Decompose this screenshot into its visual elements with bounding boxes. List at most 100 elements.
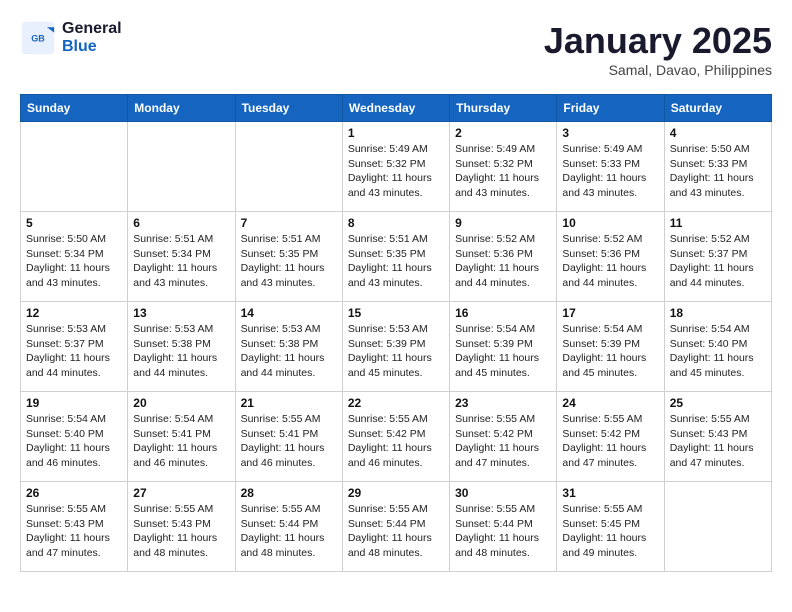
month-title: January 2025 <box>544 20 772 62</box>
calendar-body: 1 Sunrise: 5:49 AM Sunset: 5:32 PM Daylig… <box>21 122 772 572</box>
calendar-cell: 17 Sunrise: 5:54 AM Sunset: 5:39 PM Dayli… <box>557 302 664 392</box>
day-number: 3 <box>562 126 658 140</box>
calendar-cell: 16 Sunrise: 5:54 AM Sunset: 5:39 PM Dayli… <box>450 302 557 392</box>
day-info: Sunrise: 5:52 AM Sunset: 5:36 PM Dayligh… <box>562 232 658 291</box>
calendar-cell <box>128 122 235 212</box>
calendar-cell: 19Sunrise: 5:54 AM Sunset: 5:40 PM Dayli… <box>21 392 128 482</box>
day-info: Sunrise: 5:51 AM Sunset: 5:35 PM Dayligh… <box>348 232 444 291</box>
calendar-cell: 24 Sunrise: 5:55 AM Sunset: 5:42 PM Dayli… <box>557 392 664 482</box>
calendar-week-row: 1 Sunrise: 5:49 AM Sunset: 5:32 PM Daylig… <box>21 122 772 212</box>
page-header: GB General Blue January 2025 Samal, Dava… <box>20 20 772 78</box>
day-number: 31 <box>562 486 658 500</box>
title-block: January 2025 Samal, Davao, Philippines <box>544 20 772 78</box>
day-info: Sunrise: 5:50 AM Sunset: 5:34 PM Dayligh… <box>26 232 122 291</box>
day-info: Sunrise: 5:55 AM Sunset: 5:43 PM Dayligh… <box>133 502 229 561</box>
day-info: Sunrise: 5:54 AM Sunset: 5:40 PM Dayligh… <box>670 322 766 381</box>
day-info: Sunrise: 5:55 AM Sunset: 5:42 PM Dayligh… <box>562 412 658 471</box>
calendar-cell: 26 Sunrise: 5:55 AM Sunset: 5:43 PM Dayli… <box>21 482 128 572</box>
day-info: Sunrise: 5:55 AM Sunset: 5:44 PM Dayligh… <box>348 502 444 561</box>
day-info: Sunrise: 5:53 AM Sunset: 5:37 PM Dayligh… <box>26 322 122 381</box>
calendar-cell: 12Sunrise: 5:53 AM Sunset: 5:37 PM Dayli… <box>21 302 128 392</box>
day-info: Sunrise: 5:52 AM Sunset: 5:36 PM Dayligh… <box>455 232 551 291</box>
calendar-cell <box>21 122 128 212</box>
calendar-cell: 18Sunrise: 5:54 AM Sunset: 5:40 PM Dayli… <box>664 302 771 392</box>
calendar-cell: 14 Sunrise: 5:53 AM Sunset: 5:38 PM Dayli… <box>235 302 342 392</box>
day-info: Sunrise: 5:55 AM Sunset: 5:42 PM Dayligh… <box>348 412 444 471</box>
calendar-cell: 11 Sunrise: 5:52 AM Sunset: 5:37 PM Dayli… <box>664 212 771 302</box>
day-number: 14 <box>241 306 337 320</box>
day-number: 7 <box>241 216 337 230</box>
weekday-header-cell: Wednesday <box>342 95 449 122</box>
day-info: Sunrise: 5:55 AM Sunset: 5:45 PM Dayligh… <box>562 502 658 561</box>
calendar-cell: 9 Sunrise: 5:52 AM Sunset: 5:36 PM Daylig… <box>450 212 557 302</box>
day-info: Sunrise: 5:51 AM Sunset: 5:34 PM Dayligh… <box>133 232 229 291</box>
calendar-cell: 13Sunrise: 5:53 AM Sunset: 5:38 PM Dayli… <box>128 302 235 392</box>
day-number: 24 <box>562 396 658 410</box>
calendar-cell: 6 Sunrise: 5:51 AM Sunset: 5:34 PM Daylig… <box>128 212 235 302</box>
calendar-cell: 15Sunrise: 5:53 AM Sunset: 5:39 PM Dayli… <box>342 302 449 392</box>
day-number: 16 <box>455 306 551 320</box>
weekday-header-cell: Sunday <box>21 95 128 122</box>
calendar-cell: 27 Sunrise: 5:55 AM Sunset: 5:43 PM Dayli… <box>128 482 235 572</box>
weekday-header-row: SundayMondayTuesdayWednesdayThursdayFrid… <box>21 95 772 122</box>
day-info: Sunrise: 5:53 AM Sunset: 5:38 PM Dayligh… <box>241 322 337 381</box>
day-number: 22 <box>348 396 444 410</box>
calendar-cell: 10Sunrise: 5:52 AM Sunset: 5:36 PM Dayli… <box>557 212 664 302</box>
logo: GB General Blue <box>20 20 122 56</box>
day-number: 19 <box>26 396 122 410</box>
day-number: 2 <box>455 126 551 140</box>
day-number: 9 <box>455 216 551 230</box>
day-number: 27 <box>133 486 229 500</box>
logo-text: General Blue <box>62 20 122 56</box>
day-info: Sunrise: 5:55 AM Sunset: 5:44 PM Dayligh… <box>241 502 337 561</box>
day-info: Sunrise: 5:55 AM Sunset: 5:43 PM Dayligh… <box>670 412 766 471</box>
calendar-cell: 31 Sunrise: 5:55 AM Sunset: 5:45 PM Dayli… <box>557 482 664 572</box>
day-number: 26 <box>26 486 122 500</box>
day-info: Sunrise: 5:49 AM Sunset: 5:32 PM Dayligh… <box>348 142 444 201</box>
calendar-cell <box>235 122 342 212</box>
calendar-cell: 2 Sunrise: 5:49 AM Sunset: 5:32 PM Daylig… <box>450 122 557 212</box>
calendar-week-row: 26 Sunrise: 5:55 AM Sunset: 5:43 PM Dayli… <box>21 482 772 572</box>
day-number: 8 <box>348 216 444 230</box>
day-number: 5 <box>26 216 122 230</box>
calendar-cell: 23Sunrise: 5:55 AM Sunset: 5:42 PM Dayli… <box>450 392 557 482</box>
day-info: Sunrise: 5:55 AM Sunset: 5:41 PM Dayligh… <box>241 412 337 471</box>
day-info: Sunrise: 5:54 AM Sunset: 5:39 PM Dayligh… <box>562 322 658 381</box>
day-info: Sunrise: 5:52 AM Sunset: 5:37 PM Dayligh… <box>670 232 766 291</box>
location: Samal, Davao, Philippines <box>544 62 772 78</box>
calendar-cell: 7 Sunrise: 5:51 AM Sunset: 5:35 PM Daylig… <box>235 212 342 302</box>
calendar-cell: 4 Sunrise: 5:50 AM Sunset: 5:33 PM Daylig… <box>664 122 771 212</box>
calendar-table: SundayMondayTuesdayWednesdayThursdayFrid… <box>20 94 772 572</box>
day-number: 30 <box>455 486 551 500</box>
day-number: 25 <box>670 396 766 410</box>
calendar-cell: 29Sunrise: 5:55 AM Sunset: 5:44 PM Dayli… <box>342 482 449 572</box>
calendar-cell: 22 Sunrise: 5:55 AM Sunset: 5:42 PM Dayli… <box>342 392 449 482</box>
day-number: 21 <box>241 396 337 410</box>
day-number: 17 <box>562 306 658 320</box>
day-number: 28 <box>241 486 337 500</box>
day-number: 11 <box>670 216 766 230</box>
day-number: 4 <box>670 126 766 140</box>
day-info: Sunrise: 5:55 AM Sunset: 5:44 PM Dayligh… <box>455 502 551 561</box>
day-number: 6 <box>133 216 229 230</box>
day-number: 20 <box>133 396 229 410</box>
day-info: Sunrise: 5:50 AM Sunset: 5:33 PM Dayligh… <box>670 142 766 201</box>
day-info: Sunrise: 5:54 AM Sunset: 5:39 PM Dayligh… <box>455 322 551 381</box>
day-number: 13 <box>133 306 229 320</box>
day-info: Sunrise: 5:51 AM Sunset: 5:35 PM Dayligh… <box>241 232 337 291</box>
day-number: 15 <box>348 306 444 320</box>
calendar-cell: 8 Sunrise: 5:51 AM Sunset: 5:35 PM Daylig… <box>342 212 449 302</box>
weekday-header-cell: Tuesday <box>235 95 342 122</box>
day-info: Sunrise: 5:49 AM Sunset: 5:32 PM Dayligh… <box>455 142 551 201</box>
calendar-cell: 20Sunrise: 5:54 AM Sunset: 5:41 PM Dayli… <box>128 392 235 482</box>
calendar-cell: 28 Sunrise: 5:55 AM Sunset: 5:44 PM Dayli… <box>235 482 342 572</box>
day-number: 1 <box>348 126 444 140</box>
day-info: Sunrise: 5:55 AM Sunset: 5:42 PM Dayligh… <box>455 412 551 471</box>
weekday-header-cell: Monday <box>128 95 235 122</box>
day-info: Sunrise: 5:49 AM Sunset: 5:33 PM Dayligh… <box>562 142 658 201</box>
calendar-cell: 1 Sunrise: 5:49 AM Sunset: 5:32 PM Daylig… <box>342 122 449 212</box>
day-info: Sunrise: 5:55 AM Sunset: 5:43 PM Dayligh… <box>26 502 122 561</box>
calendar-cell: 3 Sunrise: 5:49 AM Sunset: 5:33 PM Daylig… <box>557 122 664 212</box>
calendar-cell: 25 Sunrise: 5:55 AM Sunset: 5:43 PM Dayli… <box>664 392 771 482</box>
calendar-cell: 5 Sunrise: 5:50 AM Sunset: 5:34 PM Daylig… <box>21 212 128 302</box>
